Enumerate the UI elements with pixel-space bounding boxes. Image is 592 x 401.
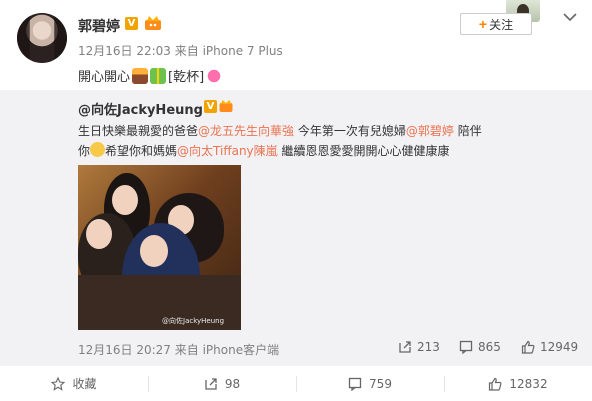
retweet-comment-count[interactable]: 865 xyxy=(459,340,501,354)
retweet-text-5: 繼續恩恩愛愛開開心心健健康康 xyxy=(277,144,450,158)
verified-icon: V xyxy=(125,17,138,30)
post-text: 開心開心 xyxy=(78,70,131,85)
retweet-box: @向佐JackyHeung V 生日快樂最親愛的爸爸@龙五先生向華強 今年第一次… xyxy=(0,90,592,366)
star-icon xyxy=(51,376,66,391)
retweet-text: 生日快樂最親愛的爸爸@龙五先生向華強 今年第一次有兒媳婦@郭碧婷 陪伴你 希望你和… xyxy=(78,121,488,161)
retweet-verified-icon: V xyxy=(204,100,217,113)
cheers-emoji-label: [乾杯] xyxy=(168,70,205,85)
favorite-label: 收藏 xyxy=(72,377,97,391)
hand-emoji-icon xyxy=(90,142,106,157)
post-meta: 12月16日 22:03 来自 iPhone 7 Plus xyxy=(78,44,283,58)
chevron-down-icon[interactable] xyxy=(563,12,577,22)
post-content: 開心開心 [乾杯] xyxy=(78,66,223,85)
comment-count: 865 xyxy=(478,340,501,354)
user-name[interactable]: 郭碧婷 xyxy=(78,16,120,36)
thumbs-up-icon xyxy=(489,377,502,391)
like-count: 12949 xyxy=(540,340,579,354)
retweet-like-count[interactable]: 12949 xyxy=(521,340,578,354)
photo-watermark: @向佐JackyHeung xyxy=(162,317,225,325)
mention-link[interactable]: @郭碧婷 xyxy=(406,124,454,138)
plus-icon: + xyxy=(478,16,488,32)
retweet-repost-count[interactable]: 213 xyxy=(398,340,440,354)
repost-icon xyxy=(205,377,217,390)
retweet-vip-icon xyxy=(219,100,233,112)
follow-button[interactable]: + 关注 xyxy=(460,13,532,35)
cake-emoji-icon xyxy=(132,67,149,84)
vip-crown-icon xyxy=(145,16,161,30)
retweet-author[interactable]: @向佐JackyHeung xyxy=(78,99,203,118)
comment-icon xyxy=(348,377,362,391)
comment-button[interactable]: 759 xyxy=(296,366,444,401)
retweet-photo[interactable]: @向佐JackyHeung xyxy=(78,165,241,330)
retweet-text-4: 希望你和媽媽 xyxy=(105,144,178,158)
retweet-text-1: 生日快樂最親愛的爸爸 xyxy=(78,124,199,138)
user-avatar[interactable] xyxy=(17,13,67,63)
repost-count-label: 98 xyxy=(224,376,241,391)
thumbs-up-icon xyxy=(521,340,535,354)
heart-emoji-icon xyxy=(206,67,223,84)
retweet-text-2: 今年第一次有兒媳婦 xyxy=(294,124,406,138)
mention-link[interactable]: @向太Tiffany陳嵐 xyxy=(177,144,278,158)
like-button[interactable]: 12832 xyxy=(444,366,592,401)
mention-link[interactable]: @龙五先生向華強 xyxy=(198,124,294,138)
action-bar: 收藏 98 759 12832 xyxy=(0,366,592,401)
like-count-label: 12832 xyxy=(509,376,548,391)
weibo-card: 郭碧婷 V 12月16日 22:03 来自 iPhone 7 Plus + 关注… xyxy=(0,0,592,401)
repost-count: 213 xyxy=(417,340,440,354)
repost-button[interactable]: 98 xyxy=(148,366,296,401)
follow-label: 关注 xyxy=(489,17,514,32)
favorite-button[interactable]: 收藏 xyxy=(0,366,148,401)
comment-icon xyxy=(459,340,473,354)
comment-count-label: 759 xyxy=(369,376,392,391)
gift-emoji-icon xyxy=(150,67,167,84)
repost-icon xyxy=(399,341,411,353)
retweet-footer: 12月16日 20:27 来自 iPhone客户端 xyxy=(78,343,280,357)
